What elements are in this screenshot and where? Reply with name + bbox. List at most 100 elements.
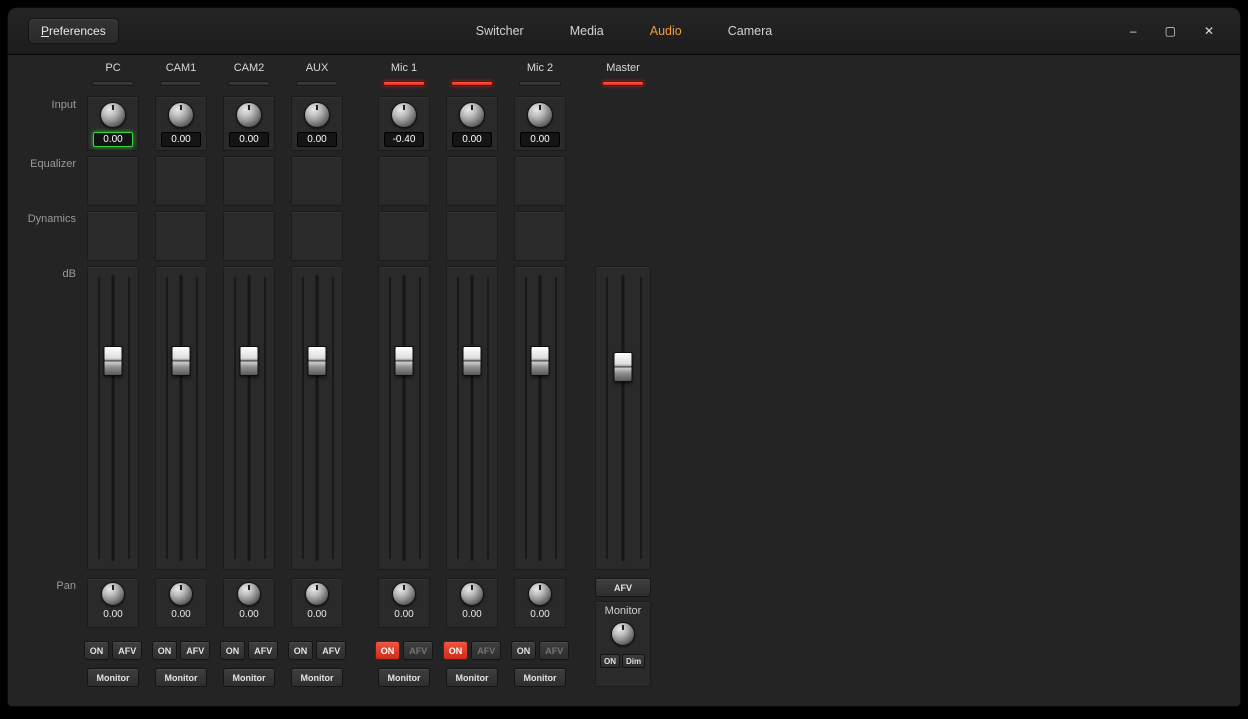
input-gain-knob[interactable] xyxy=(304,102,330,128)
input-gain-knob[interactable] xyxy=(391,102,417,128)
fader-handle[interactable] xyxy=(308,346,327,376)
fader-track[interactable] xyxy=(248,275,251,561)
input-gain-knob[interactable] xyxy=(459,102,485,128)
dynamics-panel[interactable] xyxy=(291,211,343,261)
afv-button[interactable]: AFV xyxy=(316,641,346,660)
on-button[interactable]: ON xyxy=(220,641,246,660)
on-button[interactable]: ON xyxy=(152,641,178,660)
input-gain-value[interactable]: 0.00 xyxy=(297,132,337,147)
monitor-button[interactable]: Monitor xyxy=(291,668,343,687)
afv-button[interactable]: AFV xyxy=(180,641,210,660)
monitor-button[interactable]: Monitor xyxy=(514,668,566,687)
on-button[interactable]: ON xyxy=(288,641,314,660)
fader-track[interactable] xyxy=(622,275,625,561)
dynamics-panel[interactable] xyxy=(378,211,430,261)
tab-audio[interactable]: Audio xyxy=(650,24,682,38)
fader-track[interactable] xyxy=(539,275,542,561)
fader-track[interactable] xyxy=(403,275,406,561)
monitor-button[interactable]: Monitor xyxy=(223,668,275,687)
maximize-icon[interactable]: ▢ xyxy=(1165,25,1176,37)
afv-button[interactable]: AFV xyxy=(471,641,501,660)
input-gain-section[interactable]: 0.00 xyxy=(87,96,139,151)
equalizer-panel[interactable] xyxy=(87,156,139,206)
pan-section[interactable]: 0.00 xyxy=(223,578,275,628)
input-gain-knob[interactable] xyxy=(100,102,126,128)
on-button[interactable]: ON xyxy=(511,641,537,660)
monitor-button[interactable]: Monitor xyxy=(87,668,139,687)
master-fader-handle[interactable] xyxy=(614,352,633,382)
input-gain-value[interactable]: -0.40 xyxy=(384,132,424,147)
meter-groove-right xyxy=(332,277,334,559)
afv-button[interactable]: AFV xyxy=(539,641,569,660)
input-gain-section[interactable]: 0.00 xyxy=(514,96,566,151)
input-gain-knob[interactable] xyxy=(527,102,553,128)
on-button[interactable]: ON xyxy=(84,641,110,660)
input-gain-section[interactable]: 0.00 xyxy=(155,96,207,151)
input-gain-knob[interactable] xyxy=(236,102,262,128)
tab-media[interactable]: Media xyxy=(570,24,604,38)
pan-value: 0.00 xyxy=(171,609,190,620)
fader-handle[interactable] xyxy=(172,346,191,376)
minimize-icon[interactable]: – xyxy=(1130,25,1137,37)
pan-knob[interactable] xyxy=(169,582,193,606)
close-icon[interactable]: ✕ xyxy=(1204,25,1214,37)
on-button[interactable]: ON xyxy=(443,641,469,660)
input-gain-value[interactable]: 0.00 xyxy=(93,132,133,147)
dynamics-panel[interactable] xyxy=(87,211,139,261)
dynamics-panel[interactable] xyxy=(514,211,566,261)
preferences-button[interactable]: Preferences xyxy=(28,18,119,44)
afv-button[interactable]: AFV xyxy=(112,641,142,660)
equalizer-panel[interactable] xyxy=(223,156,275,206)
fader-track[interactable] xyxy=(471,275,474,561)
pan-section[interactable]: 0.00 xyxy=(514,578,566,628)
pan-knob[interactable] xyxy=(101,582,125,606)
fader-handle[interactable] xyxy=(531,346,550,376)
tab-switcher[interactable]: Switcher xyxy=(476,24,524,38)
input-gain-value[interactable]: 0.00 xyxy=(452,132,492,147)
input-gain-value[interactable]: 0.00 xyxy=(161,132,201,147)
input-gain-knob[interactable] xyxy=(168,102,194,128)
input-gain-section[interactable]: 0.00 xyxy=(446,96,498,151)
dynamics-panel[interactable] xyxy=(155,211,207,261)
equalizer-panel[interactable] xyxy=(155,156,207,206)
equalizer-panel[interactable] xyxy=(446,156,498,206)
on-button[interactable]: ON xyxy=(375,641,401,660)
fader-handle[interactable] xyxy=(395,346,414,376)
dynamics-panel[interactable] xyxy=(446,211,498,261)
monitor-dim-button[interactable]: Dim xyxy=(622,654,645,668)
input-gain-value[interactable]: 0.00 xyxy=(520,132,560,147)
pan-section[interactable]: 0.00 xyxy=(87,578,139,628)
monitor-volume-knob[interactable] xyxy=(611,622,635,646)
equalizer-panel[interactable] xyxy=(378,156,430,206)
monitor-button[interactable]: Monitor xyxy=(155,668,207,687)
input-gain-section[interactable]: -0.40 xyxy=(378,96,430,151)
fader-track[interactable] xyxy=(112,275,115,561)
pan-section[interactable]: 0.00 xyxy=(291,578,343,628)
equalizer-panel[interactable] xyxy=(514,156,566,206)
fader-handle[interactable] xyxy=(463,346,482,376)
input-gain-section[interactable]: 0.00 xyxy=(223,96,275,151)
monitor-button[interactable]: Monitor xyxy=(378,668,430,687)
afv-button[interactable]: AFV xyxy=(403,641,433,660)
fader-handle[interactable] xyxy=(240,346,259,376)
pan-knob[interactable] xyxy=(528,582,552,606)
pan-knob[interactable] xyxy=(237,582,261,606)
pan-knob[interactable] xyxy=(305,582,329,606)
monitor-button[interactable]: Monitor xyxy=(446,668,498,687)
pan-knob[interactable] xyxy=(392,582,416,606)
pan-section[interactable]: 0.00 xyxy=(378,578,430,628)
fader-handle[interactable] xyxy=(104,346,123,376)
master-afv-button[interactable]: AFV xyxy=(595,578,651,597)
pan-section[interactable]: 0.00 xyxy=(155,578,207,628)
pan-section[interactable]: 0.00 xyxy=(446,578,498,628)
input-gain-section[interactable]: 0.00 xyxy=(291,96,343,151)
tab-camera[interactable]: Camera xyxy=(728,24,772,38)
dynamics-panel[interactable] xyxy=(223,211,275,261)
input-gain-value[interactable]: 0.00 xyxy=(229,132,269,147)
equalizer-panel[interactable] xyxy=(291,156,343,206)
fader-track[interactable] xyxy=(180,275,183,561)
fader-track[interactable] xyxy=(316,275,319,561)
monitor-on-button[interactable]: ON xyxy=(600,654,620,668)
pan-knob[interactable] xyxy=(460,582,484,606)
afv-button[interactable]: AFV xyxy=(248,641,278,660)
